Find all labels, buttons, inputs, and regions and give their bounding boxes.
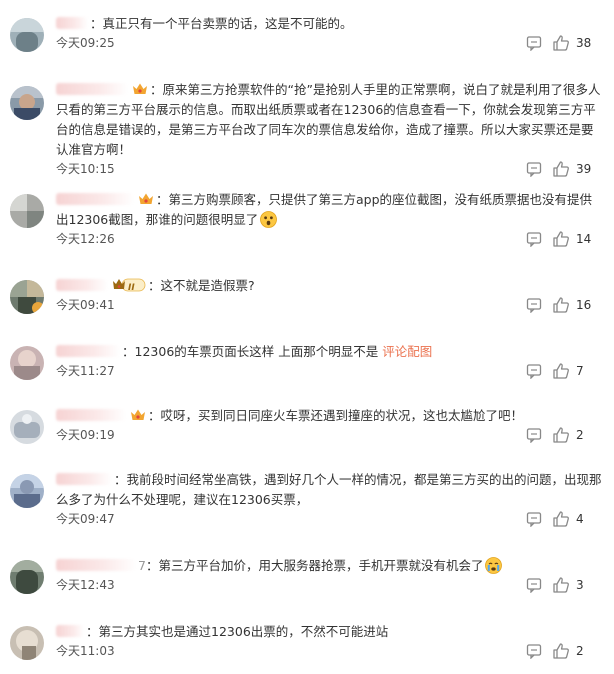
like-count: 2: [576, 644, 584, 658]
crying-emoji-icon: [485, 557, 503, 574]
like-icon[interactable]: [552, 230, 570, 248]
comment-time: 今天11:27: [56, 364, 115, 378]
comment-text: ：第三方购票顾客，只提供了第三方app的座位截图，没有纸质票据也没有提供出123…: [56, 190, 604, 230]
comment-text: ：真正只有一个平台卖票的话，这是不可能的。: [56, 14, 604, 34]
like-icon[interactable]: [552, 642, 570, 660]
username[interactable]: [56, 83, 128, 95]
comment-content: 这不就是造假票?: [160, 278, 255, 293]
username[interactable]: [56, 345, 120, 357]
like-icon[interactable]: [552, 576, 570, 594]
like-icon[interactable]: [552, 426, 570, 444]
like-count: 4: [576, 512, 584, 526]
reply-icon[interactable]: [526, 161, 542, 177]
comment-meta: 今天11:03 2: [56, 642, 604, 660]
username[interactable]: [56, 279, 108, 291]
comment-meta: 今天11:27 7: [56, 362, 604, 380]
avatar[interactable]: [10, 410, 44, 444]
comment-text: ：哎呀，买到同日同座火车票还遇到撞座的状况，这也太尴尬了吧！: [56, 406, 604, 426]
comment-list: ：真正只有一个平台卖票的话，这是不可能的。 今天09:25 38 ：原来第三方抢…: [0, 0, 614, 674]
comment-image-link[interactable]: 评论配图: [382, 344, 432, 359]
like-count: 7: [576, 364, 584, 378]
username[interactable]: [56, 473, 112, 485]
like-count: 16: [576, 298, 592, 312]
comment-meta: 今天12:43 3: [56, 576, 604, 594]
separator: ：: [148, 408, 161, 423]
comment-text: 7：第三方平台加价，用大服务器抢票，手机开票就没有机会了: [56, 556, 604, 576]
comment-time: 今天09:19: [56, 428, 115, 442]
comment-time: 今天12:26: [56, 232, 115, 246]
comment-time: 今天10:15: [56, 162, 115, 176]
comment-meta: 今天09:47 4: [56, 510, 604, 528]
comment-time: 今天12:43: [56, 578, 115, 592]
username[interactable]: [56, 17, 88, 29]
separator: ：: [122, 344, 135, 359]
like-icon[interactable]: [552, 34, 570, 52]
avatar[interactable]: [10, 194, 44, 228]
comment-time: 今天09:41: [56, 298, 115, 312]
comment-content: 第三方其实也是通过12306出票的，不然不可能进站: [98, 624, 389, 639]
crown-icon: [130, 408, 146, 422]
reply-icon[interactable]: [526, 643, 542, 659]
like-count: 2: [576, 428, 584, 442]
crown-icon: [138, 192, 154, 206]
comment-text: ：原来第三方抢票软件的“抢”是抢别人手里的正常票啊，说白了就是利用了很多人只看的…: [56, 80, 604, 160]
surprised-emoji-icon: [260, 211, 278, 228]
avatar[interactable]: [10, 280, 44, 314]
reply-icon[interactable]: [526, 297, 542, 313]
comment-text: ：第三方其实也是通过12306出票的，不然不可能进站: [56, 622, 604, 642]
reply-icon[interactable]: [526, 231, 542, 247]
comment-time: 今天09:47: [56, 512, 115, 526]
comment-content: 第三方平台加价，用大服务器抢票，手机开票就没有机会了: [158, 558, 484, 573]
avatar[interactable]: [10, 86, 44, 120]
like-icon[interactable]: [552, 160, 570, 178]
reply-icon[interactable]: [526, 577, 542, 593]
reply-icon[interactable]: [526, 427, 542, 443]
like-count: 14: [576, 232, 592, 246]
reply-icon[interactable]: [526, 35, 542, 51]
comment-content: 12306的车票页面长这样 上面那个明显不是: [134, 344, 383, 359]
comment-time: 今天11:03: [56, 644, 115, 658]
separator: ：: [156, 192, 169, 207]
like-icon[interactable]: [552, 296, 570, 314]
separator: ：: [114, 472, 127, 487]
comment-content: 哎呀，买到同日同座火车票还遇到撞座的状况，这也太尴尬了吧！: [160, 408, 524, 423]
reply-icon[interactable]: [526, 511, 542, 527]
crown-icon: [132, 82, 148, 96]
username[interactable]: [56, 409, 126, 421]
like-icon[interactable]: [552, 362, 570, 380]
avatar[interactable]: [10, 474, 44, 508]
comment-meta: 今天09:41 16: [56, 296, 604, 314]
comment-time: 今天09:25: [56, 36, 115, 50]
comment-content: 第三方购票顾客，只提供了第三方app的座位截图，没有纸质票据也没有提供出1230…: [56, 192, 593, 227]
like-count: 38: [576, 36, 592, 50]
comment-content: 我前段时间经常坐高铁，遇到好几个人一样的情况，都是第三方买的出的问题，出现那么多…: [56, 472, 602, 507]
username[interactable]: [56, 193, 134, 205]
comment-meta: 今天10:15 39: [56, 160, 604, 178]
avatar[interactable]: [10, 18, 44, 52]
like-count: 39: [576, 162, 592, 176]
username[interactable]: [56, 625, 84, 637]
comment-text: ：12306的车票页面长这样 上面那个明显不是 评论配图: [56, 342, 604, 362]
vip-level: II: [128, 283, 135, 293]
username-suffix[interactable]: 7: [138, 558, 146, 573]
comment-meta: 今天12:26 14: [56, 230, 604, 248]
vip-badge: II: [112, 277, 146, 293]
reply-icon[interactable]: [526, 363, 542, 379]
username[interactable]: [56, 559, 136, 571]
like-count: 3: [576, 578, 584, 592]
separator: ：: [148, 278, 161, 293]
separator: ：: [86, 624, 99, 639]
comment-meta: 今天09:25 38: [56, 34, 604, 52]
avatar[interactable]: [10, 346, 44, 380]
comment-text: II ：这不就是造假票?: [56, 276, 604, 296]
separator: ：: [90, 16, 103, 31]
avatar[interactable]: [10, 626, 44, 660]
separator: ：: [150, 82, 163, 97]
comment-content: 真正只有一个平台卖票的话，这是不可能的。: [102, 16, 353, 31]
avatar[interactable]: [10, 560, 44, 594]
comment-text: ：我前段时间经常坐高铁，遇到好几个人一样的情况，都是第三方买的出的问题，出现那么…: [56, 470, 604, 510]
separator: ：: [145, 558, 159, 573]
like-icon[interactable]: [552, 510, 570, 528]
comment-meta: 今天09:19 2: [56, 426, 604, 444]
